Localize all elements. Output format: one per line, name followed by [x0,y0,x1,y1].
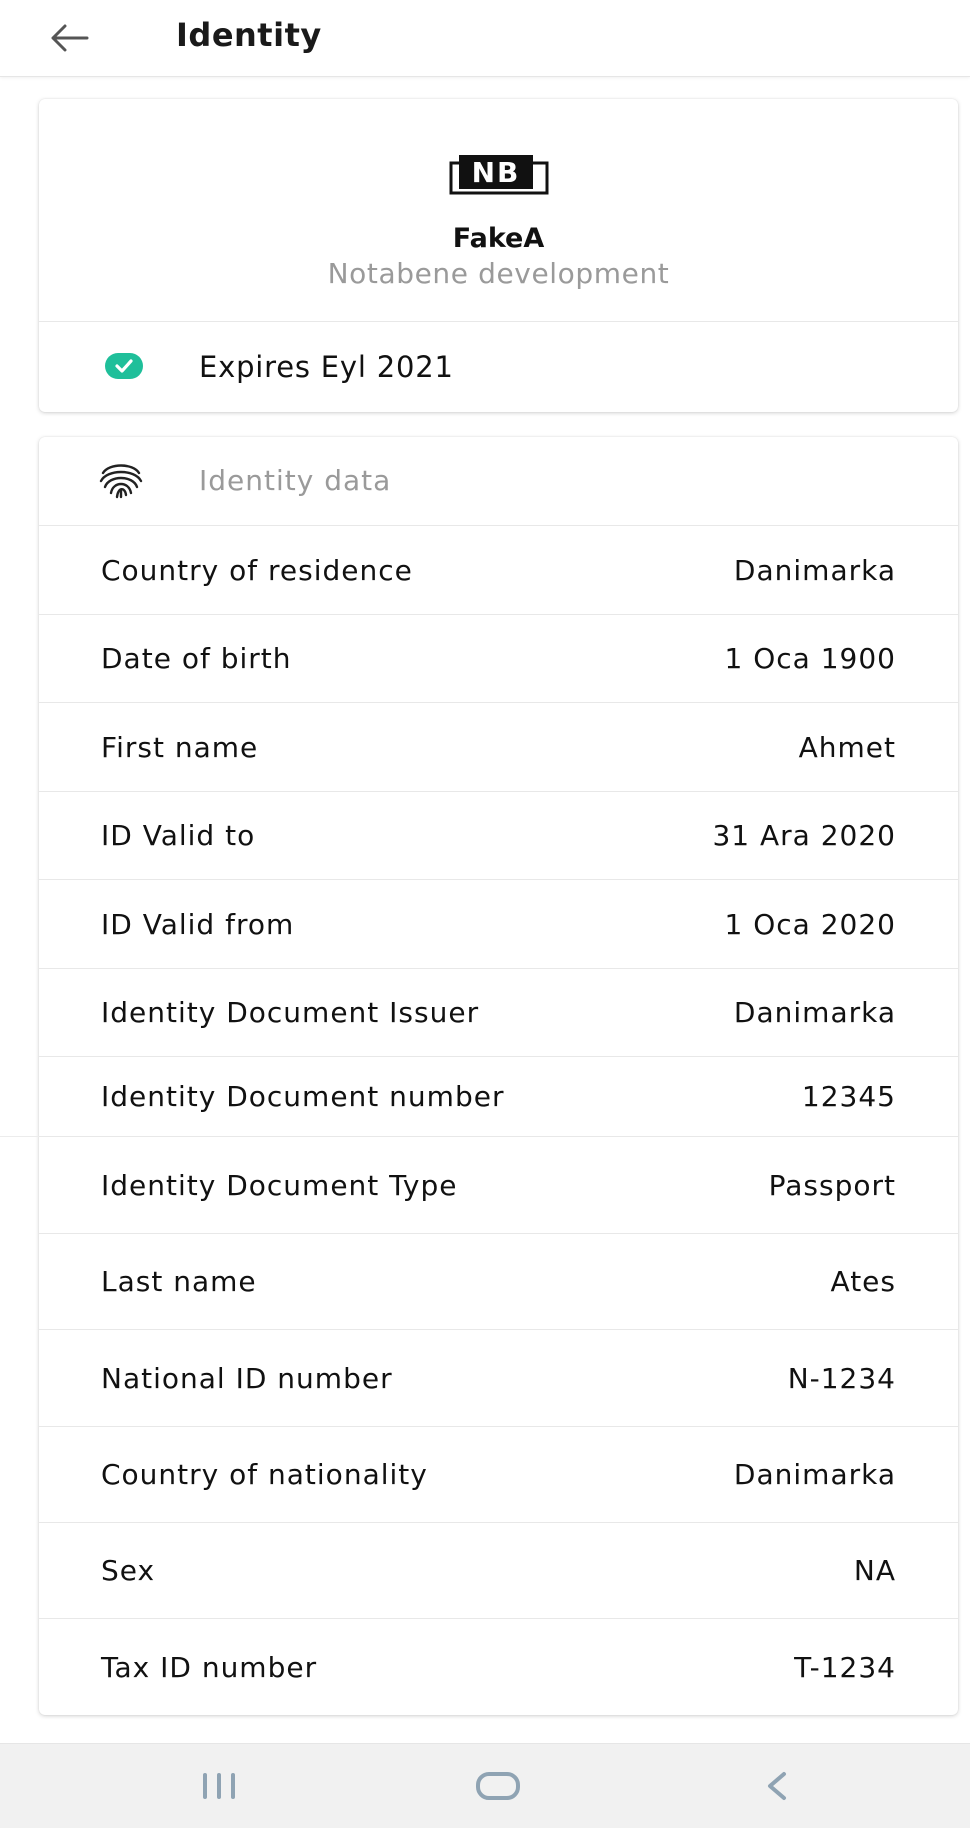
row-label: Tax ID number [101,1650,318,1684]
row-value: 1 Oca 2020 [724,907,896,941]
organization-logo: NB [39,151,958,197]
row-value: Passport [768,1168,896,1202]
row-label: First name [101,730,259,764]
row-value: Danimarka [733,553,896,587]
identity-row: Tax ID number T-1234 [39,1618,958,1715]
section-title: Identity data [199,464,392,497]
organization-name: FakeA [452,223,545,254]
organization-subtitle: Notabene development [327,257,670,290]
row-value: Ahmet [798,730,896,764]
identity-row: Date of birth 1 Oca 1900 [39,614,958,702]
identity-row: Identity Document number 12345 [39,1056,958,1136]
chevron-left-icon [768,1772,786,1800]
row-label: Identity Document Type [101,1168,458,1202]
home-button[interactable] [453,1758,543,1814]
expiry-label: Expires Eyl 2021 [199,350,454,384]
app-bar: Identity [0,0,970,77]
svg-text:NB: NB [471,156,520,189]
row-label: Country of nationality [101,1458,428,1491]
identity-data-header: Identity data [39,437,958,525]
row-label: Sex [101,1554,156,1587]
row-label: Identity Document Issuer [101,996,480,1029]
expiry-row: Expires Eyl 2021 [39,322,958,412]
back-button[interactable] [38,12,100,64]
row-label: ID Valid to [101,819,256,852]
identity-row: ID Valid from 1 Oca 2020 [39,879,958,968]
recents-icon [203,1773,235,1799]
page-title: Identity [176,16,322,54]
system-back-button[interactable] [732,1758,822,1814]
fingerprint-icon [99,464,143,499]
row-label: Identity Document number [101,1080,505,1113]
identity-data-card: Identity data Country of residence Danim… [39,437,958,1715]
row-label: National ID number [101,1361,393,1395]
row-value: Danimarka [733,996,896,1029]
row-label: Date of birth [101,642,292,675]
identity-row: ID Valid to 31 Ara 2020 [39,791,958,879]
row-value: T-1234 [794,1650,896,1684]
identity-row: Country of residence Danimarka [39,525,958,614]
recents-button[interactable] [174,1758,264,1814]
row-label: ID Valid from [101,907,295,941]
row-value: 31 Ara 2020 [712,819,896,852]
row-value: 1 Oca 1900 [724,642,896,675]
identity-row: Last name Ates [39,1233,958,1329]
identity-row: Country of nationality Danimarka [39,1426,958,1522]
identity-row: Identity Document Issuer Danimarka [39,968,958,1056]
row-value: Danimarka [733,1458,896,1491]
identity-row: First name Ahmet [39,702,958,791]
row-value: Ates [830,1265,896,1298]
row-label: Last name [101,1265,257,1298]
identity-row: Sex NA [39,1522,958,1618]
home-icon [476,1772,520,1800]
row-value: NA [853,1554,896,1587]
check-circle-icon [105,353,143,379]
row-label: Country of residence [101,553,413,587]
row-value: N-1234 [787,1361,896,1395]
divider [0,1136,39,1137]
organization-card: NB FakeA Notabene development Expires Ey… [39,99,958,412]
system-nav-bar [0,1743,970,1828]
row-value: 12345 [801,1080,896,1113]
arrow-left-icon [51,24,89,52]
identity-row: Identity Document Type Passport [39,1136,958,1233]
identity-row: National ID number N-1234 [39,1329,958,1426]
